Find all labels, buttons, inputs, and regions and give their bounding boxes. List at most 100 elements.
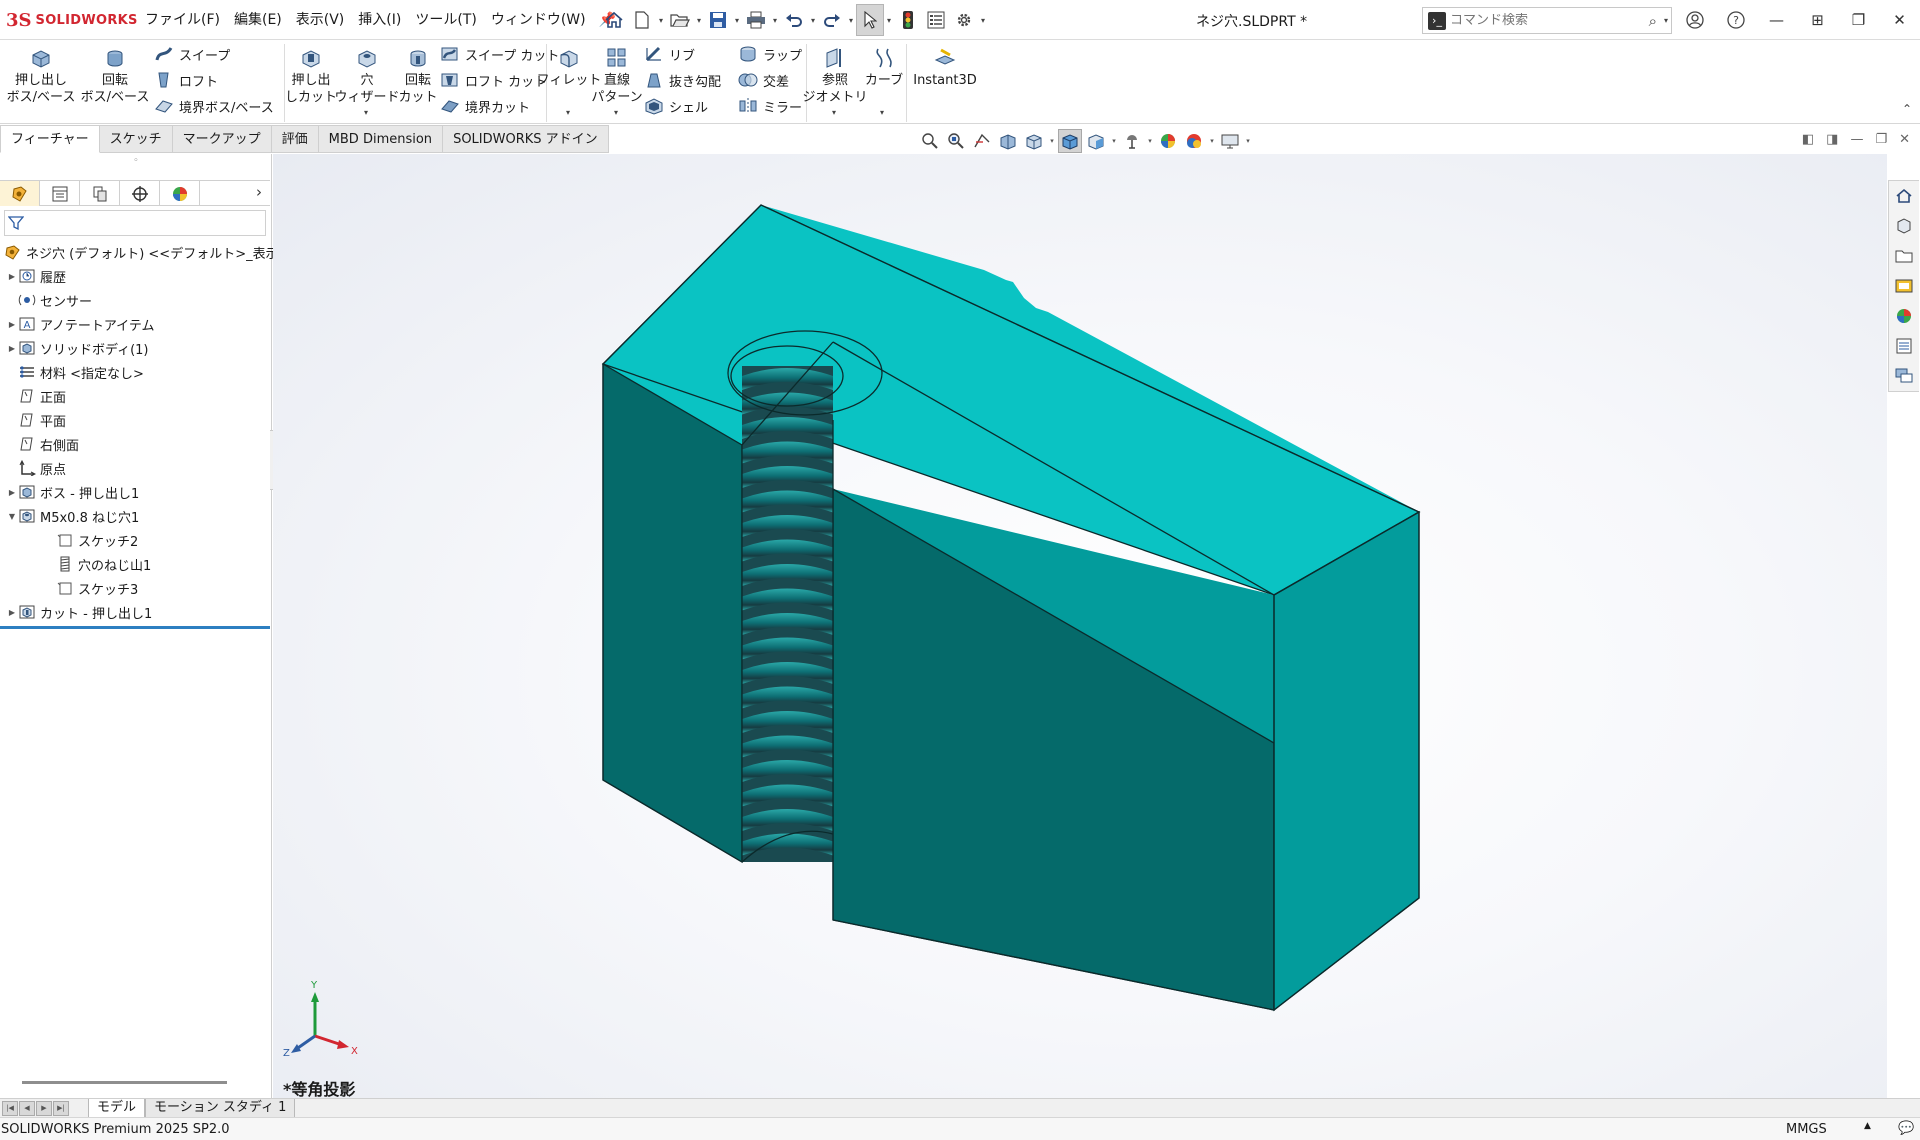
reference-triad[interactable]: Y X Z: [281, 980, 371, 1060]
task-pane-forum[interactable]: [1889, 361, 1919, 391]
last-tab-button[interactable]: ▶|: [53, 1101, 69, 1116]
print-button[interactable]: [742, 4, 770, 36]
home-button[interactable]: [600, 4, 628, 36]
tree-item[interactable]: ▶ カット - 押し出し1: [0, 600, 272, 624]
tab-display-manager[interactable]: [160, 181, 200, 206]
tab-evaluate[interactable]: 評価: [271, 125, 319, 153]
apply-scene-button[interactable]: [1156, 129, 1180, 153]
zoom-area-button[interactable]: [944, 129, 968, 153]
graphics-area[interactable]: Y X Z *等角投影: [273, 154, 1887, 1098]
task-pane-file-explorer[interactable]: [1889, 241, 1919, 271]
curves-button[interactable]: カーブ: [864, 40, 904, 89]
thread-hole[interactable]: [730, 345, 844, 863]
section-view-button[interactable]: [996, 129, 1020, 153]
previous-view-button[interactable]: [970, 129, 994, 153]
viewport-tile-left-icon[interactable]: ◧: [1802, 132, 1814, 147]
tab-feature-manager[interactable]: [0, 181, 40, 206]
menu-tools[interactable]: ツール(T): [408, 0, 483, 40]
view-orientation-dropdown[interactable]: ▾: [1048, 137, 1056, 145]
undo-dropdown[interactable]: ▾: [808, 4, 818, 36]
edit-appearance-button[interactable]: [1120, 129, 1144, 153]
revolve-boss-button[interactable]: 回転 ボス/ベース: [80, 40, 150, 106]
scene-dropdown[interactable]: ▾: [1208, 137, 1216, 145]
open-button[interactable]: [666, 4, 694, 36]
open-dropdown[interactable]: ▾: [694, 4, 704, 36]
tree-item[interactable]: ▶ 履歴: [0, 264, 272, 288]
next-tab-button[interactable]: ▶: [36, 1101, 52, 1116]
viewport-close-icon[interactable]: ✕: [1899, 132, 1910, 147]
save-button[interactable]: [704, 4, 732, 36]
redo-dropdown[interactable]: ▾: [846, 4, 856, 36]
swept-cut-button[interactable]: スイープ カット: [440, 43, 559, 65]
scene-button[interactable]: [1182, 129, 1206, 153]
options-dropdown[interactable]: ▾: [978, 4, 988, 36]
file-properties-button[interactable]: [922, 4, 950, 36]
loft-button[interactable]: ロフト: [154, 69, 218, 91]
tab-addins[interactable]: SOLIDWORKS アドイン: [443, 125, 609, 153]
model-left-face[interactable]: [602, 362, 743, 864]
lofted-cut-button[interactable]: ロフト カット: [440, 69, 547, 91]
view-settings-button[interactable]: [1218, 129, 1242, 153]
collapse-arrow-icon[interactable]: ▼: [6, 512, 18, 521]
task-pane-appearances[interactable]: [1889, 301, 1919, 331]
new-button[interactable]: [628, 4, 656, 36]
boundary-boss-button[interactable]: 境界ボス/ベース: [154, 95, 274, 117]
unit-system[interactable]: MMGS: [1786, 1122, 1827, 1137]
linear-pattern-dropdown[interactable]: ▾: [614, 108, 618, 117]
help-button[interactable]: ?: [1715, 0, 1756, 40]
unit-dropdown-icon[interactable]: ▲: [1864, 1121, 1871, 1131]
intersect-button[interactable]: 交差: [738, 69, 789, 91]
menu-insert[interactable]: 挿入(I): [351, 0, 408, 40]
redo-button[interactable]: [818, 4, 846, 36]
hide-show-dropdown[interactable]: ▾: [1110, 137, 1118, 145]
tab-sketch[interactable]: スケッチ: [99, 125, 173, 153]
hole-wizard-button[interactable]: 穴 ウィザード: [335, 40, 400, 106]
extruded-cut-button[interactable]: 押し出 しカット: [285, 40, 337, 106]
collapse-ribbon-button[interactable]: ⌃: [1902, 102, 1912, 116]
command-search[interactable]: ›_ ⌕ ▾: [1422, 7, 1672, 34]
display-style-button[interactable]: [1058, 129, 1082, 153]
chat-icon[interactable]: 💬: [1898, 1121, 1914, 1136]
menu-view[interactable]: 表示(V): [289, 0, 352, 40]
tree-child-item[interactable]: 穴のねじ山1: [0, 552, 272, 576]
instant3d-button[interactable]: Instant3D: [910, 40, 980, 89]
close-button[interactable]: ✕: [1879, 0, 1920, 40]
fillet-button[interactable]: フィレット: [537, 40, 601, 89]
rollback-bar[interactable]: [0, 626, 270, 629]
minimize-button[interactable]: —: [1756, 0, 1797, 40]
tree-item[interactable]: ▶ ボス - 押し出し1: [0, 480, 272, 504]
menu-file[interactable]: ファイル(F): [138, 0, 227, 40]
view-settings-dropdown[interactable]: ▾: [1244, 137, 1252, 145]
expand-arrow-icon[interactable]: ▶: [6, 608, 18, 617]
tree-item[interactable]: 材料 <指定なし>: [0, 360, 272, 384]
task-pane-home[interactable]: [1889, 181, 1919, 211]
tree-item[interactable]: ▼ M5x0.8 ねじ穴1: [0, 504, 272, 528]
viewport-restore-icon[interactable]: ❐: [1875, 132, 1887, 147]
tree-filter[interactable]: [4, 210, 266, 236]
tab-motion-study[interactable]: モーション スタディ 1: [145, 1099, 296, 1118]
draft-button[interactable]: 抜き勾配: [644, 69, 721, 91]
viewport-minimize-icon[interactable]: —: [1850, 132, 1863, 147]
rebuild-button[interactable]: [894, 4, 922, 36]
options-button[interactable]: [950, 4, 978, 36]
save-dropdown[interactable]: ▾: [732, 4, 742, 36]
tree-item[interactable]: ▶ A アノテートアイテム: [0, 312, 272, 336]
tree-item[interactable]: 原点: [0, 456, 272, 480]
tree-item[interactable]: センサー: [0, 288, 272, 312]
appearance-dropdown[interactable]: ▾: [1146, 137, 1154, 145]
undo-button[interactable]: [780, 4, 808, 36]
tree-item[interactable]: 平面: [0, 408, 272, 432]
boundary-cut-button[interactable]: 境界カット: [440, 95, 530, 117]
task-pane-resources[interactable]: [1889, 211, 1919, 241]
zoom-to-fit-button[interactable]: [918, 129, 942, 153]
sweep-button[interactable]: スイープ: [154, 43, 230, 65]
select-dropdown[interactable]: ▾: [884, 4, 894, 36]
new-dropdown[interactable]: ▾: [656, 4, 666, 36]
menu-edit[interactable]: 編集(E): [227, 0, 289, 40]
linear-pattern-button[interactable]: 直線 パターン: [591, 40, 643, 106]
hole-wizard-dropdown[interactable]: ▾: [364, 108, 368, 117]
shell-button[interactable]: シェル: [644, 95, 708, 117]
expand-arrow-icon[interactable]: ▶: [6, 272, 18, 281]
tile-button[interactable]: ⊞: [1797, 0, 1838, 40]
search-dropdown[interactable]: ▾: [1661, 5, 1671, 37]
